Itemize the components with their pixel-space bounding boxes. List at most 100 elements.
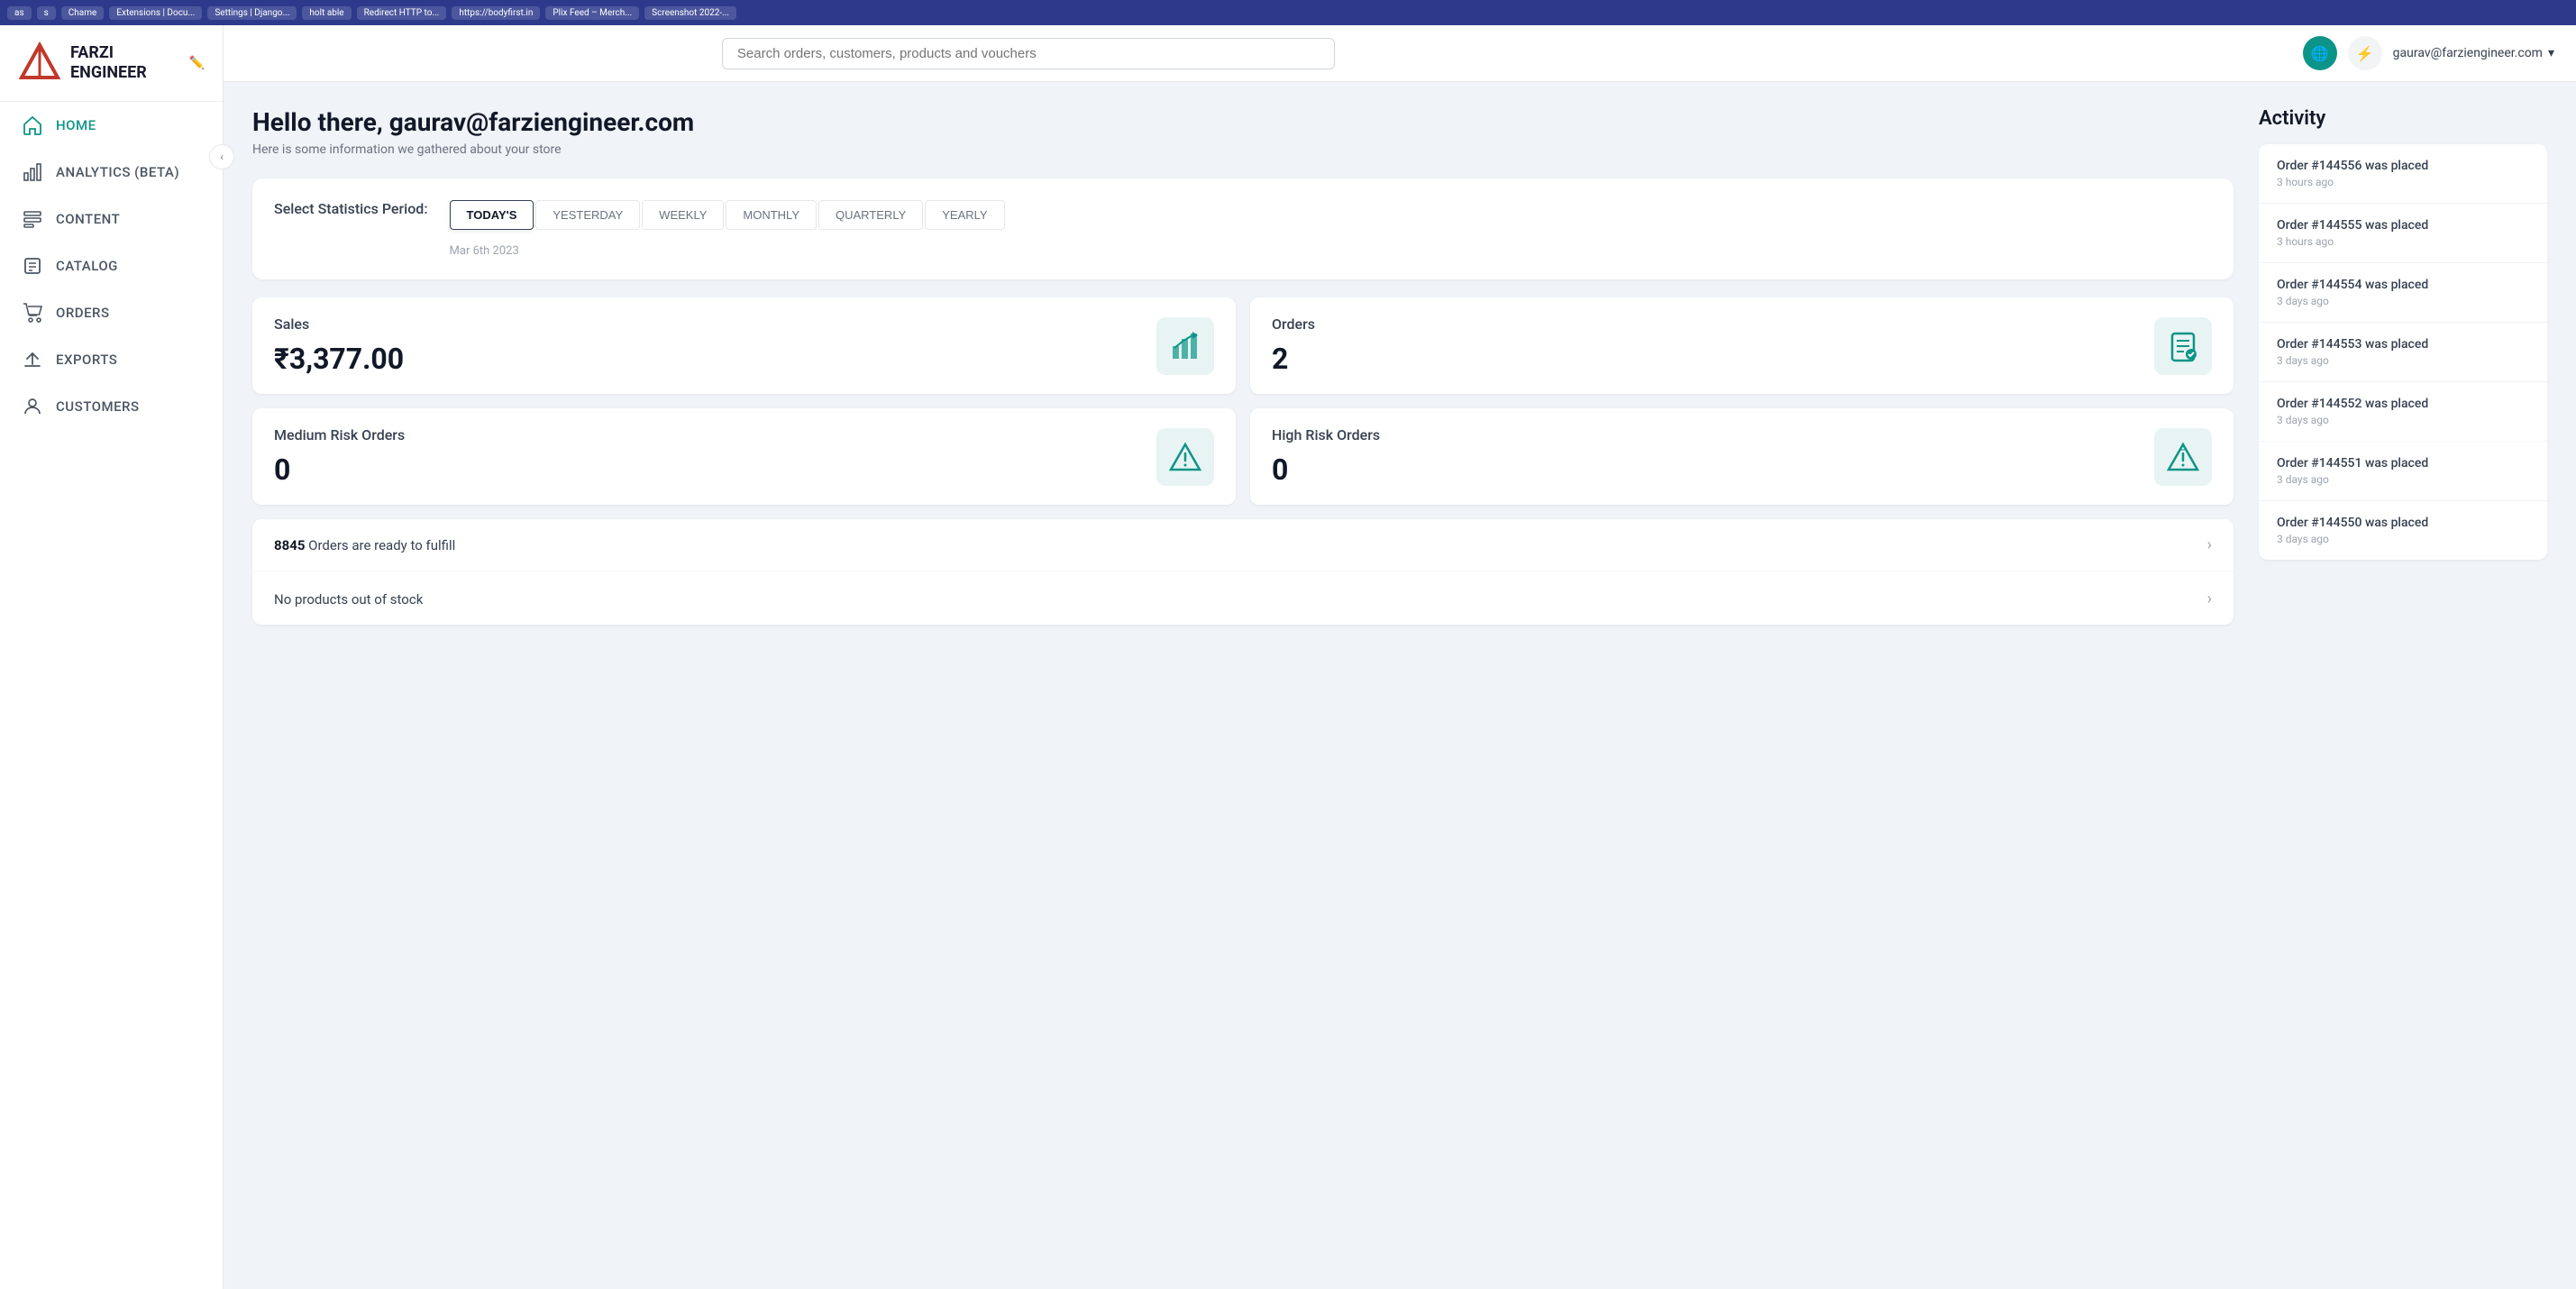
greeting-subtext: Here is some information we gathered abo…	[252, 142, 2233, 157]
activity-item: Order #144552 was placed 3 days ago	[2259, 382, 2547, 442]
orders-metric-info: Orders 2	[1272, 315, 1315, 376]
period-tabs: TODAY'SYESTERDAYWEEKLYMONTHLYQUARTERLYYE…	[450, 200, 1005, 230]
topbar-actions: 🌐 ⚡ gaurav@farziengineer.com ▾	[2303, 36, 2554, 70]
orders-value: 2	[1272, 342, 1315, 376]
info-item[interactable]: No products out of stock›	[252, 573, 2233, 625]
activity-title: Activity	[2259, 107, 2547, 130]
search-box[interactable]	[722, 38, 1335, 69]
sidebar-item-label: CATALOG	[56, 258, 118, 274]
browser-tab[interactable]: s	[37, 6, 56, 20]
browser-bar: as s Chame Extensions | Docu... Settings…	[0, 0, 2576, 25]
high-risk-icon-box	[2154, 428, 2212, 486]
orders-metric-card: Orders 2	[1250, 297, 2233, 394]
browser-tab[interactable]: as	[7, 6, 32, 20]
activity-time-text: 3 days ago	[2277, 473, 2529, 486]
metrics-row: Sales ₹3,377.00	[252, 297, 2233, 394]
sidebar-item-orders[interactable]: ORDERS	[0, 289, 223, 336]
activity-item: Order #144553 was placed 3 days ago	[2259, 323, 2547, 382]
orders-label: Orders	[1272, 315, 1315, 333]
medium-risk-value: 0	[274, 453, 405, 487]
info-row: 8845 Orders are ready to fulfill›No prod…	[252, 519, 2233, 625]
period-label: Select Statistics Period:	[274, 200, 428, 217]
medium-risk-metric-card: Medium Risk Orders 0	[252, 408, 1236, 505]
activity-order-text: Order #144553 was placed	[2277, 337, 2529, 352]
sidebar-item-content[interactable]: CONTENT	[0, 196, 223, 242]
chart-icon	[1169, 330, 1201, 362]
activity-time-text: 3 days ago	[2277, 533, 2529, 545]
stats-period-card: Select Statistics Period: TODAY'SYESTERD…	[252, 178, 2233, 279]
period-tab-quarterly[interactable]: QUARTERLY	[818, 200, 923, 230]
browser-tab[interactable]: Extensions | Docu...	[109, 6, 202, 20]
sidebar-item-label: EXPORTS	[56, 352, 117, 368]
user-menu[interactable]: gaurav@farziengineer.com ▾	[2393, 46, 2554, 60]
browser-tab[interactable]: https://bodyfirst.in	[452, 6, 540, 20]
activity-order-text: Order #144554 was placed	[2277, 278, 2529, 292]
topbar: 🌐 ⚡ gaurav@farziengineer.com ▾	[224, 25, 2576, 82]
sidebar-item-exports[interactable]: EXPORTS	[0, 336, 223, 383]
sidebar-item-home[interactable]: HOME	[0, 102, 223, 149]
brand-logo-icon	[18, 41, 61, 85]
browser-tab[interactable]: Settings | Django...	[207, 6, 297, 20]
activity-time-text: 3 days ago	[2277, 295, 2529, 307]
dashboard-main: Hello there, gaurav@farziengineer.com He…	[252, 107, 2233, 1264]
content-icon	[22, 208, 43, 230]
edit-icon[interactable]: ✏️	[189, 56, 205, 70]
info-item[interactable]: 8845 Orders are ready to fulfill ›	[252, 519, 2233, 571]
sales-metric-info: Sales ₹3,377.00	[274, 315, 404, 376]
period-date: Mar 6th 2023	[450, 244, 1005, 258]
period-selector: Select Statistics Period: TODAY'SYESTERD…	[274, 200, 2212, 258]
activity-order-text: Order #144550 was placed	[2277, 516, 2529, 530]
activity-item: Order #144550 was placed 3 days ago	[2259, 501, 2547, 560]
sidebar: FARZI ENGINEER ✏️ ‹ HOME ANALYTICS (BETA…	[0, 25, 224, 1289]
period-tab-yearly[interactable]: YEARLY	[925, 200, 1004, 230]
orders-icon	[22, 302, 43, 324]
nav-list: HOME ANALYTICS (BETA) CONTENT CATALOG OR…	[0, 102, 223, 430]
activity-time-text: 3 hours ago	[2277, 176, 2529, 188]
browser-tab[interactable]: Redirect HTTP to...	[357, 6, 447, 20]
home-icon	[22, 114, 43, 136]
exports-icon	[22, 349, 43, 370]
search-input[interactable]	[737, 46, 1320, 61]
sidebar-item-analytics[interactable]: ANALYTICS (BETA)	[0, 149, 223, 196]
browser-tab[interactable]: holt able	[302, 6, 351, 20]
page-greeting: Hello there, gaurav@farziengineer.com He…	[252, 107, 2233, 157]
sidebar-logo: FARZI ENGINEER ✏️	[0, 25, 223, 102]
activity-item: Order #144551 was placed 3 days ago	[2259, 442, 2547, 501]
user-email: gaurav@farziengineer.com	[2393, 46, 2543, 60]
brand-name: FARZI ENGINEER	[70, 43, 147, 82]
orders-icon-box	[2154, 317, 2212, 375]
browser-tab[interactable]: Plix Feed – Merch...	[545, 6, 639, 20]
browser-tab[interactable]: Chame	[61, 6, 105, 20]
browser-tab[interactable]: Screenshot 2022-...	[644, 6, 736, 20]
sales-metric-card: Sales ₹3,377.00	[252, 297, 1236, 394]
globe-icon-button[interactable]: 🌐	[2303, 36, 2337, 70]
high-risk-metric-info: High Risk Orders 0	[1272, 426, 1380, 487]
page-body: Hello there, gaurav@farziengineer.com He…	[224, 82, 2576, 1289]
lightning-icon-button[interactable]: ⚡	[2348, 36, 2382, 70]
risk-metrics-row: Medium Risk Orders 0	[252, 408, 2233, 505]
medium-risk-icon-box	[1156, 428, 1214, 486]
sidebar-item-label: CUSTOMERS	[56, 398, 140, 415]
medium-risk-metric-info: Medium Risk Orders 0	[274, 426, 405, 487]
high-risk-label: High Risk Orders	[1272, 426, 1380, 443]
chevron-down-icon: ▾	[2548, 46, 2554, 60]
activity-time-text: 3 days ago	[2277, 354, 2529, 367]
sidebar-item-label: CONTENT	[56, 211, 120, 227]
sidebar-item-catalog[interactable]: CATALOG	[0, 242, 223, 289]
medium-risk-label: Medium Risk Orders	[274, 426, 405, 443]
sidebar-item-label: HOME	[56, 117, 96, 133]
warning-icon	[1169, 441, 1201, 473]
period-tab-weekly[interactable]: WEEKLY	[642, 200, 724, 230]
activity-order-text: Order #144555 was placed	[2277, 218, 2529, 233]
sales-value: ₹3,377.00	[274, 342, 404, 376]
chevron-right-icon: ›	[2207, 590, 2212, 608]
period-tab-todays[interactable]: TODAY'S	[450, 200, 534, 230]
info-item-text: 8845 Orders are ready to fulfill	[274, 537, 455, 553]
sidebar-item-label: ORDERS	[56, 305, 110, 321]
period-tab-monthly[interactable]: MONTHLY	[726, 200, 817, 230]
period-tab-yesterday[interactable]: YESTERDAY	[535, 200, 640, 230]
customers-icon	[22, 396, 43, 417]
sidebar-item-label: ANALYTICS (BETA)	[56, 164, 179, 180]
sidebar-item-customers[interactable]: CUSTOMERS	[0, 383, 223, 430]
chevron-right-icon: ›	[2207, 535, 2212, 554]
